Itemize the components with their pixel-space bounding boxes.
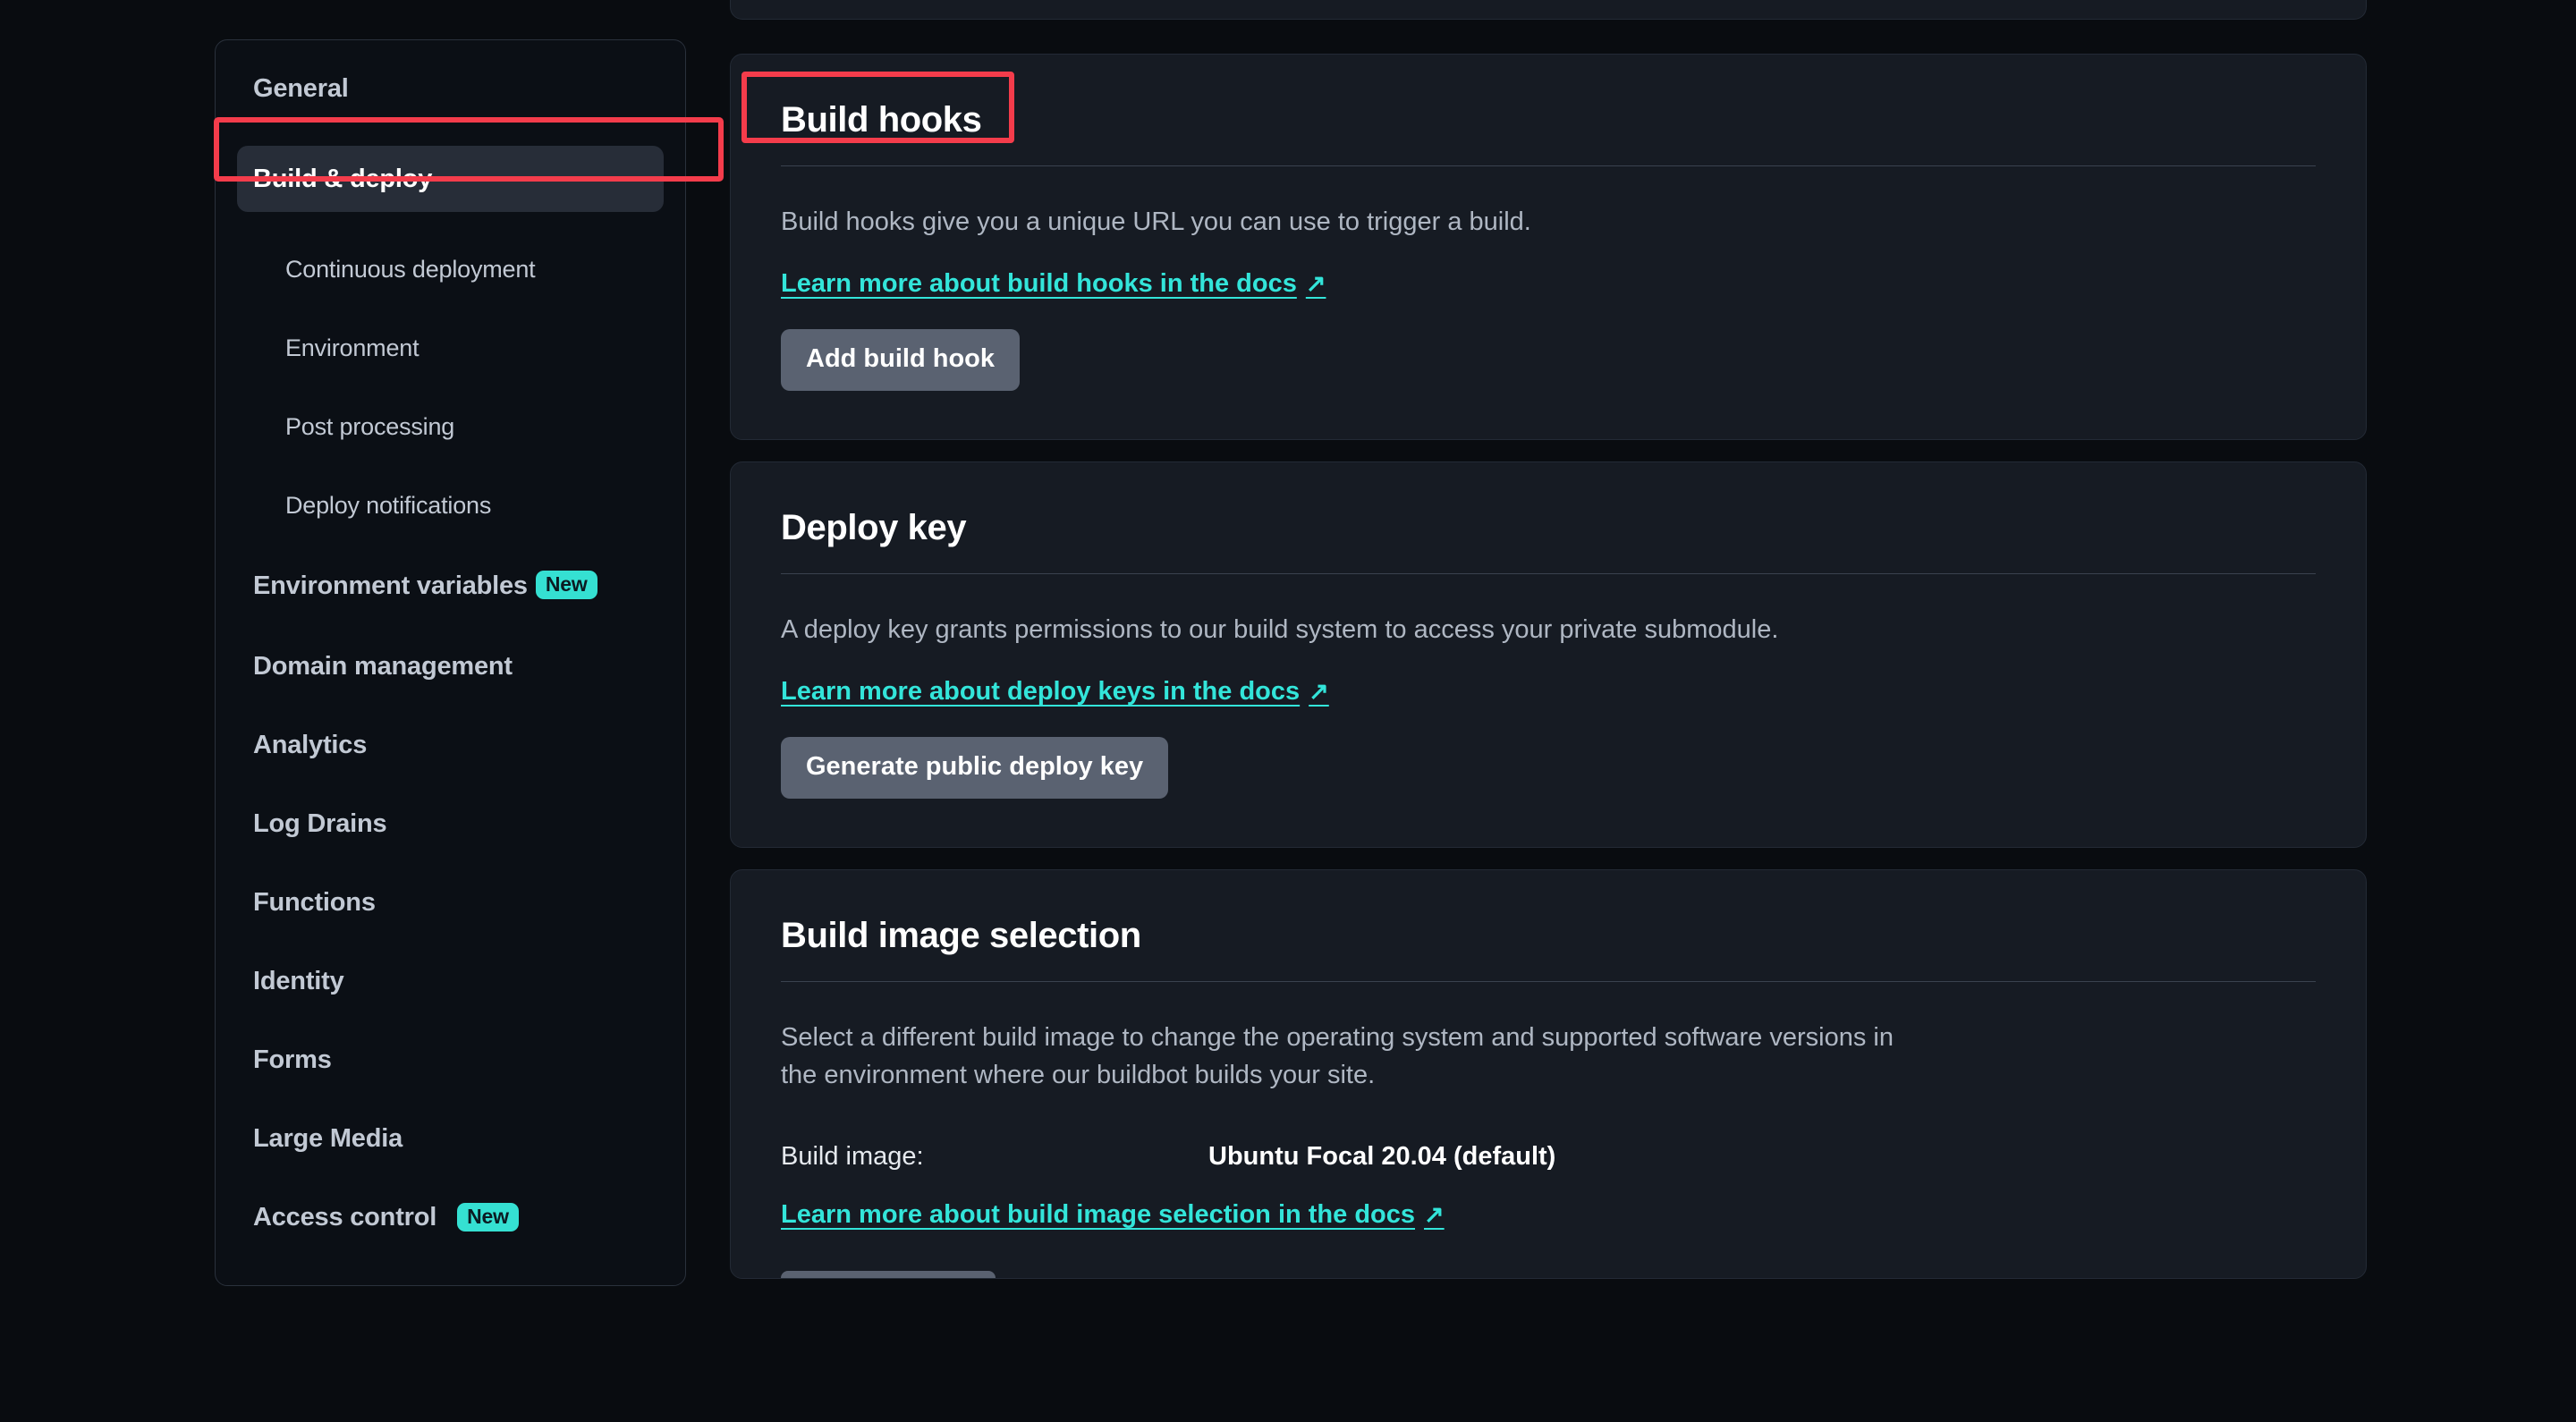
sidebar-item-identity[interactable]: Identity — [216, 960, 685, 1003]
sidebar-item-forms[interactable]: Forms — [216, 1038, 685, 1081]
build-image-docs-link[interactable]: Learn more about build image selection i… — [781, 1200, 1445, 1230]
sidebar-item-deploy-notifications[interactable]: Deploy notifications — [216, 484, 685, 527]
nav-gap — [216, 448, 685, 484]
divider — [781, 165, 2316, 166]
nav-gap — [216, 924, 685, 960]
link-text: Learn more about build image selection i… — [781, 1199, 1416, 1229]
link-text: Learn more about build hooks in the docs — [781, 269, 1297, 299]
add-build-hook-button[interactable]: Add build hook — [781, 329, 1021, 392]
deploy-key-card: Deploy key A deploy key grants permissio… — [730, 461, 2367, 849]
new-badge: New — [457, 1202, 519, 1232]
sidebar-item-continuous-deployment[interactable]: Continuous deployment — [216, 248, 685, 291]
external-link-icon: ↗ — [1424, 1200, 1445, 1228]
build-image-selection-description: Select a different build image to change… — [781, 1023, 1894, 1089]
previous-section-card-partial — [730, 0, 2367, 20]
build-image-label: Build image: — [781, 1141, 924, 1171]
nav-gap — [216, 527, 685, 563]
sidebar-item-post-processing[interactable]: Post processing — [216, 405, 685, 448]
deploy-key-docs-link[interactable]: Learn more about deploy keys in the docs… — [781, 677, 1329, 707]
sidebar-item-general[interactable]: General — [216, 67, 685, 110]
sidebar-item-label: Environment variables — [253, 571, 528, 600]
build-image-row: Build image: Ubuntu Focal 20.04 (default… — [781, 1142, 2316, 1172]
link-text: Learn more about deploy keys in the docs — [781, 677, 1301, 707]
sidebar-item-label: Access control — [253, 1202, 437, 1232]
settings-main-content: Build hooks Build hooks give you a uniqu… — [730, 0, 2367, 1300]
nav-gap — [216, 1003, 685, 1038]
nav-gap — [216, 369, 685, 405]
next-button-partial[interactable] — [781, 1270, 996, 1278]
build-image-selection-title: Build image selection — [781, 916, 1141, 956]
sidebar-item-analytics[interactable]: Analytics — [216, 724, 685, 766]
sidebar-item-environment[interactable]: Environment — [216, 326, 685, 369]
nav-gap — [216, 766, 685, 802]
build-image-selection-card: Build image selection Select a different… — [730, 869, 2367, 1279]
sidebar-item-label: Domain management — [253, 651, 513, 681]
sidebar-item-label: Environment — [285, 334, 419, 361]
sidebar-item-functions[interactable]: Functions — [216, 881, 685, 924]
sidebar-item-environment-variables[interactable]: Environment variables New — [216, 563, 685, 609]
nav-gap — [216, 609, 685, 645]
sidebar-item-label: Build & deploy — [253, 164, 433, 193]
sidebar-item-label: Continuous deployment — [285, 255, 536, 283]
new-badge: New — [535, 571, 597, 600]
nav-gap — [216, 291, 685, 326]
sidebar-item-label: Deploy notifications — [285, 491, 492, 519]
sidebar-item-label: Large Media — [253, 1123, 403, 1153]
sidebar-item-label: Functions — [253, 887, 376, 917]
nav-gap — [216, 845, 685, 881]
sidebar-item-label: Analytics — [253, 730, 368, 759]
generate-public-deploy-key-button[interactable]: Generate public deploy key — [781, 737, 1169, 800]
settings-sidebar: General Build & deploy Continuous deploy… — [215, 39, 686, 1286]
nav-gap — [216, 688, 685, 724]
sidebar-item-domain-management[interactable]: Domain management — [216, 645, 685, 688]
external-link-icon: ↗ — [1309, 678, 1329, 706]
deploy-key-description: A deploy key grants permissions to our b… — [781, 615, 1779, 645]
external-link-icon: ↗ — [1305, 270, 1326, 298]
sidebar-item-label: Post processing — [285, 412, 455, 440]
sidebar-item-label: Forms — [253, 1045, 332, 1074]
sidebar-item-label: Identity — [253, 966, 344, 995]
build-hooks-card: Build hooks Build hooks give you a uniqu… — [730, 54, 2367, 441]
sidebar-item-label: Log Drains — [253, 808, 387, 838]
nav-gap — [216, 1160, 685, 1196]
build-hooks-title: Build hooks — [781, 100, 982, 140]
sidebar-item-log-drains[interactable]: Log Drains — [216, 802, 685, 845]
nav-gap — [216, 110, 685, 146]
sidebar-item-build-and-deploy[interactable]: Build & deploy — [237, 146, 664, 212]
nav-gap — [216, 1081, 685, 1117]
settings-page: General Build & deploy Continuous deploy… — [0, 0, 2576, 1422]
deploy-key-title: Deploy key — [781, 508, 967, 548]
sidebar-item-access-control[interactable]: Access control New — [216, 1196, 685, 1239]
divider — [781, 981, 2316, 983]
divider — [781, 573, 2316, 575]
build-image-value: Ubuntu Focal 20.04 (default) — [1208, 1141, 1556, 1171]
build-hooks-description: Build hooks give you a unique URL you ca… — [781, 207, 1531, 236]
sidebar-item-large-media[interactable]: Large Media — [216, 1117, 685, 1160]
build-hooks-docs-link[interactable]: Learn more about build hooks in the docs… — [781, 269, 1326, 299]
nav-gap — [216, 212, 685, 248]
sidebar-item-label: General — [253, 73, 349, 103]
